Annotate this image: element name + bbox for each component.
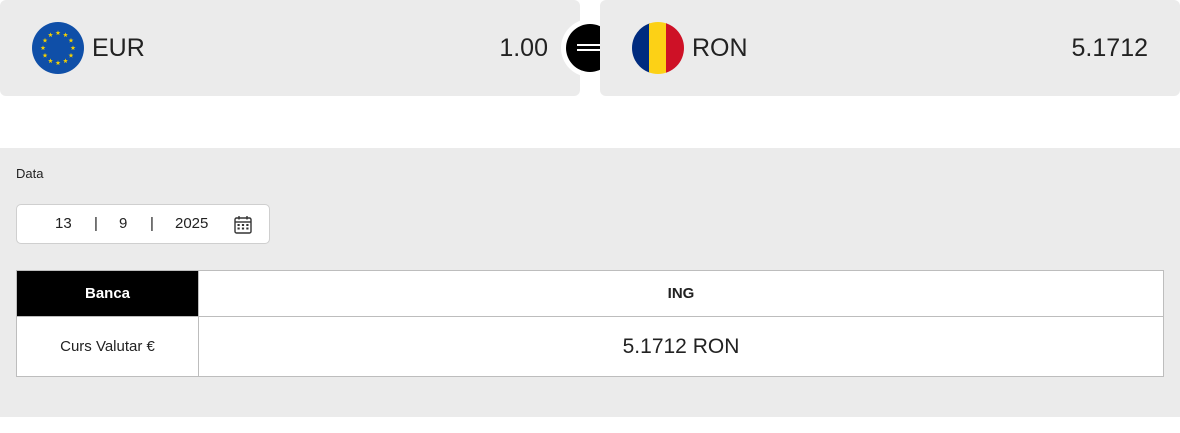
table-header-row: Banca ING [16, 270, 1164, 317]
date-separator: | [150, 215, 154, 232]
to-currency-code[interactable]: RON [692, 0, 748, 96]
bank-column-header: Banca [16, 270, 199, 317]
date-month-field[interactable]: 9 [119, 205, 127, 243]
table-row: Curs Valutar € 5.1712 RON [16, 316, 1164, 377]
date-picker-input[interactable]: 13 | 9 | 2025 [16, 204, 270, 244]
date-separator: | [94, 215, 98, 232]
rate-value-cell: 5.1712 RON [198, 316, 1164, 377]
rates-table: Banca ING Curs Valutar € 5.1712 RON [16, 270, 1164, 377]
from-amount-input[interactable]: 1.00 [499, 0, 548, 96]
rates-panel: Data 13 | 9 | 2025 Banca ING Curs Valuta… [0, 148, 1180, 417]
romania-flag-icon [632, 22, 684, 74]
from-currency-code[interactable]: EUR [92, 0, 145, 96]
calendar-icon[interactable] [234, 215, 252, 234]
date-label: Data [16, 166, 44, 181]
to-currency-card[interactable]: RON 5.1712 [600, 0, 1180, 96]
eu-flag-icon [32, 22, 84, 74]
from-currency-card[interactable]: EUR 1.00 [0, 0, 580, 96]
rate-label-cell: Curs Valutar € [16, 316, 199, 377]
date-day-field[interactable]: 13 [55, 205, 72, 243]
to-amount-value: 5.1712 [1071, 34, 1148, 62]
bank-name-cell: ING [198, 270, 1164, 317]
date-year-field[interactable]: 2025 [175, 205, 208, 243]
